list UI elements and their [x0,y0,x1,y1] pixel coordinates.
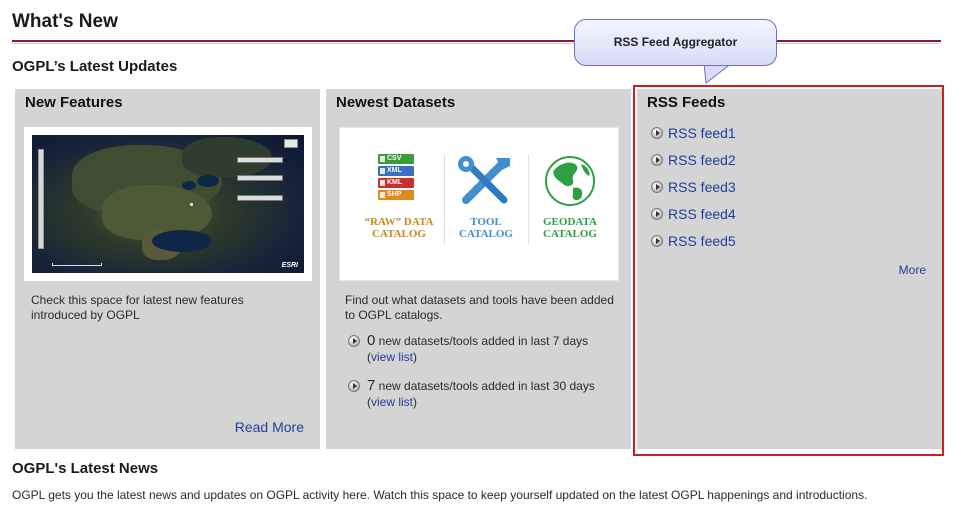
raw-data-catalog: CSV XML KML SHP “RAW” DATA CATALOG [360,154,438,240]
view-list-link[interactable]: view list [371,395,413,409]
shp-format-badge: SHP [378,190,414,200]
geodata-catalog-label-line2: CATALOG [543,228,597,240]
new-features-thumbnail[interactable]: ESRI [24,127,312,281]
title-divider [12,40,941,42]
map-layer-label[interactable] [237,175,283,181]
stat-paren-close: ) [413,395,418,409]
callout-text: RSS Feed Aggregator [613,35,738,49]
latest-news-text: OGPL gets you the latest news and update… [12,488,868,502]
map-preview: ESRI [32,135,304,273]
rss-highlight-frame [633,85,944,456]
map-layer-control[interactable] [284,139,298,148]
map-layer-label[interactable] [237,195,283,201]
tool-catalog: TOOL CATALOG [446,154,526,240]
esri-logo: ESRI [281,262,298,269]
stat-paren-close: ) [413,350,418,364]
xml-format-badge: XML [378,166,414,176]
callout-tail [703,63,733,84]
arrow-bullet-icon [348,335,360,347]
newest-datasets-panel: Newest Datasets CSV XML KML SHP “RAW” DA… [326,89,631,449]
raw-catalog-label-line1: “RAW” DATA [364,216,434,228]
title-divider-shadow [12,43,941,44]
arrow-bullet-icon [348,380,360,392]
page-title: What's New [12,11,118,32]
map-layer-label[interactable] [237,157,283,163]
stat-text: new datasets/tools added in last 7 days [375,334,589,348]
csv-format-badge: CSV [378,154,414,164]
catalogs-illustration[interactable]: CSV XML KML SHP “RAW” DATA CATALOG TOOL … [339,127,619,281]
globe-icon [545,156,595,206]
latest-news-heading: OGPL's Latest News [12,460,159,477]
view-list-link[interactable]: view list [371,350,413,364]
latest-updates-heading: OGPL’s Latest Updates [12,58,178,75]
read-more-link[interactable]: Read More [235,419,304,435]
new-features-panel: New Features ESRI Check this space for l… [15,89,320,449]
geodata-catalog-label-line1: GEODATA [543,216,597,228]
tool-catalog-label-line2: CATALOG [459,228,513,240]
geodata-catalog: GEODATA CATALOG [530,154,610,240]
tools-icon [458,156,510,204]
kml-format-badge: KML [378,178,414,188]
stat-text: new datasets/tools added in last 30 days [375,379,595,393]
new-features-title: New Features [25,94,123,111]
tool-catalog-label-line1: TOOL [470,216,502,228]
rss-aggregator-callout: RSS Feed Aggregator [574,19,777,66]
new-features-description: Check this space for latest new features… [31,293,244,322]
catalog-divider [528,154,529,244]
raw-catalog-label-line2: CATALOG [372,228,426,240]
map-zoom-slider[interactable] [38,149,44,249]
newest-datasets-description: Find out what datasets and tools have be… [345,293,614,322]
catalog-divider [444,154,445,244]
newest-datasets-title: Newest Datasets [336,94,456,111]
map-scale-bar [52,263,102,266]
